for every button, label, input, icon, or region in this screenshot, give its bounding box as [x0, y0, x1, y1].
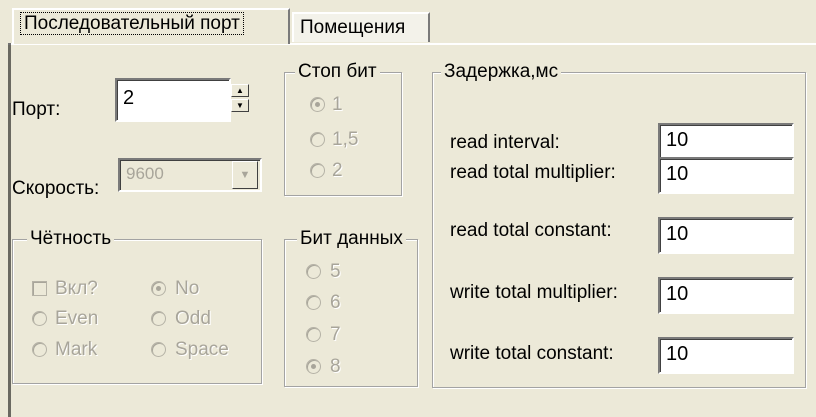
- parity-group: Чётность: [12, 228, 262, 384]
- speed-label: Скорость:: [12, 178, 100, 199]
- read-total-multiplier-input[interactable]: 10: [658, 157, 794, 194]
- stop-bits-legend: Стоп бит: [295, 61, 380, 83]
- data-bits-label-5: 5: [330, 261, 341, 282]
- parity-enable-label: Вкл?: [55, 278, 98, 299]
- data-bits-group: Бит данных: [284, 228, 418, 387]
- port-input[interactable]: 2: [115, 78, 231, 122]
- data-bits-radio-8[interactable]: [306, 359, 321, 374]
- parity-radio-even[interactable]: [32, 311, 47, 326]
- write-total-constant-label: write total constant:: [450, 343, 614, 364]
- chevron-down-icon[interactable]: ▼: [232, 161, 258, 189]
- parity-radio-mark[interactable]: [32, 342, 47, 357]
- data-bits-radio-5[interactable]: [306, 264, 321, 279]
- parity-label-space: Space: [175, 339, 229, 360]
- read-total-constant-input[interactable]: 10: [658, 217, 794, 254]
- write-total-multiplier-input[interactable]: 10: [658, 277, 794, 314]
- stop-bits-radio-1[interactable]: [310, 97, 325, 112]
- port-spinner[interactable]: ▲ ▼: [231, 82, 249, 118]
- parity-label-even: Even: [55, 308, 99, 329]
- read-interval-label: read interval:: [450, 132, 560, 153]
- delay-legend: Задержка,мс: [441, 61, 562, 83]
- parity-label-mark: Mark: [55, 339, 98, 360]
- read-total-multiplier-label: read total multiplier:: [450, 162, 616, 183]
- stop-bits-radio-2[interactable]: [310, 163, 325, 178]
- stop-bits-radio-1-5[interactable]: [310, 132, 325, 147]
- tab-rooms-label: Помещения: [300, 17, 406, 38]
- write-total-multiplier-label: write total multiplier:: [450, 282, 618, 303]
- spin-down-icon[interactable]: ▼: [231, 99, 249, 112]
- parity-enable-checkbox[interactable]: [32, 281, 47, 296]
- data-bits-label-8: 8: [330, 356, 341, 377]
- tab-rooms[interactable]: Помещения: [292, 12, 430, 42]
- data-bits-label-7: 7: [330, 324, 341, 345]
- read-interval-input[interactable]: 10: [658, 123, 794, 160]
- data-bits-radio-6[interactable]: [306, 295, 321, 310]
- write-total-constant-input[interactable]: 10: [658, 337, 794, 374]
- stop-bits-label-1-5: 1,5: [332, 129, 359, 150]
- data-bits-label-6: 6: [330, 292, 341, 313]
- speed-select-value: 9600: [126, 164, 164, 183]
- tab-page-left-edge: [8, 43, 11, 417]
- port-label: Порт:: [12, 99, 61, 120]
- read-total-constant-label: read total constant:: [450, 220, 612, 241]
- stop-bits-label-2: 2: [332, 160, 343, 181]
- parity-label-no: No: [175, 278, 200, 299]
- parity-radio-odd[interactable]: [151, 311, 166, 326]
- tab-serial-port[interactable]: Последовательный порт: [12, 8, 290, 44]
- parity-radio-space[interactable]: [151, 342, 166, 357]
- parity-label-odd: Odd: [175, 308, 211, 329]
- parity-radio-no[interactable]: [151, 281, 166, 296]
- data-bits-radio-7[interactable]: [306, 327, 321, 342]
- parity-legend: Чётность: [27, 228, 115, 250]
- spin-up-icon[interactable]: ▲: [231, 84, 249, 97]
- data-bits-legend: Бит данных: [297, 228, 406, 250]
- stop-bits-label-1: 1: [332, 94, 343, 115]
- tab-serial-port-label: Последовательный порт: [20, 12, 244, 35]
